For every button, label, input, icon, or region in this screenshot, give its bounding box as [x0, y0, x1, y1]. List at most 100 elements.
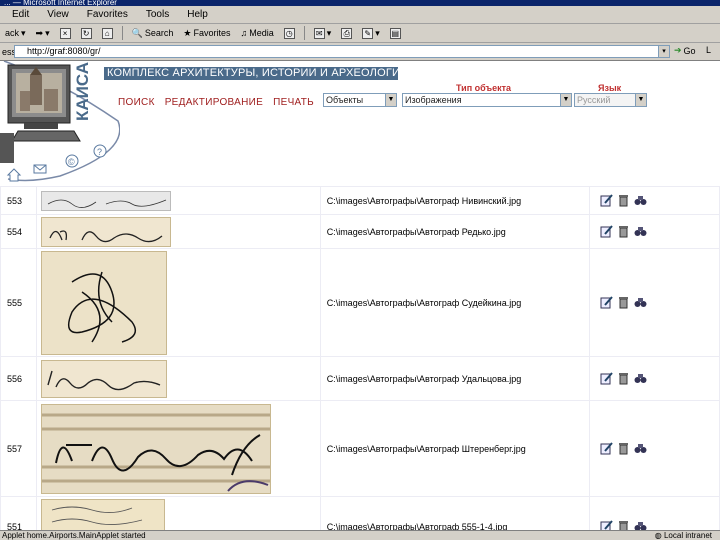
- language-label: Язык: [598, 83, 622, 93]
- trash-icon[interactable]: [617, 372, 630, 385]
- history-button[interactable]: ◷: [281, 25, 298, 41]
- links-label[interactable]: L: [706, 45, 711, 55]
- row-number: 553: [0, 186, 37, 215]
- edit-icon[interactable]: [600, 194, 614, 207]
- table-row: 551 C:\images\Автографы\Автограф 555-1-4…: [0, 496, 720, 530]
- favorites-button[interactable]: ★ Favorites: [180, 25, 233, 41]
- history-icon: ◷: [283, 27, 295, 39]
- address-input[interactable]: http://graf:8080/gr/: [14, 45, 659, 58]
- language-select-value: Русский: [577, 95, 611, 105]
- trash-icon[interactable]: [617, 225, 630, 238]
- mail-button[interactable]: ✉ ▾: [311, 25, 335, 41]
- go-arrow-icon: ➔: [674, 45, 682, 55]
- search-button[interactable]: 🔍 Search: [129, 25, 177, 41]
- site-header: КАИСА ? © КОМПЛЕКС АРХИТЕКТУРЫ, ИСТОРИИ …: [0, 61, 720, 186]
- print-icon: ⎙: [341, 27, 353, 39]
- media-button[interactable]: ♫ Media: [237, 25, 276, 41]
- file-path: C:\images\Автографы\Автограф Судейкина.j…: [319, 248, 591, 357]
- row-number: 557: [0, 400, 37, 497]
- status-text: Applet home.Airports.MainApplet started: [2, 531, 146, 540]
- go-button[interactable]: ➔ Go: [674, 45, 696, 56]
- home-button[interactable]: ⌂: [99, 25, 116, 41]
- row-actions: [589, 496, 720, 530]
- edit-icon[interactable]: [600, 520, 614, 530]
- row-number: 551: [0, 496, 37, 530]
- toolbar-separator: [121, 26, 123, 40]
- edit-button[interactable]: ✎ ▾: [359, 25, 383, 41]
- table-row: 557 C:\images\Автографы\Автограф Штеренб…: [0, 400, 720, 497]
- nav-search-link[interactable]: ПОИСК: [118, 97, 155, 108]
- menu-favorites[interactable]: Favorites: [85, 9, 130, 20]
- binoculars-icon[interactable]: [634, 194, 647, 207]
- signature-image[interactable]: [40, 359, 167, 398]
- menu-edit[interactable]: Edit: [10, 9, 31, 20]
- menu-view[interactable]: View: [45, 9, 71, 20]
- edit-icon[interactable]: [600, 372, 614, 385]
- back-button[interactable]: ack ▾: [2, 25, 29, 41]
- binoculars-icon[interactable]: [634, 372, 647, 385]
- table-row: 556 C:\images\Автографы\Автограф Удальцо…: [0, 356, 720, 401]
- kaisa-logo: КАИСА ? ©: [0, 61, 120, 182]
- row-actions: [589, 400, 720, 497]
- mail-icon: ✉: [313, 27, 325, 39]
- binoculars-icon[interactable]: [634, 296, 647, 309]
- stop-icon: ×: [59, 27, 71, 39]
- address-dropdown-icon[interactable]: ▾: [658, 45, 670, 58]
- objects-select[interactable]: Объекты ▼: [323, 93, 397, 107]
- menu-tools[interactable]: Tools: [144, 9, 171, 20]
- edit-icon[interactable]: [600, 296, 614, 309]
- file-path: C:\images\Автографы\Автограф Редько.jpg: [319, 214, 591, 249]
- globe-icon: ◍: [654, 531, 662, 540]
- objects-select-value: Объекты: [326, 95, 364, 105]
- table-row: 553 C:\images\Автографы\Автограф Нивинск…: [0, 186, 720, 215]
- binoculars-icon[interactable]: [634, 442, 647, 455]
- signature-image[interactable]: [40, 216, 171, 247]
- refresh-button[interactable]: ↻: [78, 25, 95, 41]
- table-row: 555 C:\images\Автографы\Автограф Судейки…: [0, 248, 720, 357]
- trash-icon[interactable]: [617, 520, 630, 530]
- trash-icon[interactable]: [617, 194, 630, 207]
- images-select-value: Изображения: [405, 95, 462, 105]
- toolbar-separator: [303, 26, 305, 40]
- zone-label: Local intranet: [663, 531, 712, 540]
- discuss-button[interactable]: ▤: [387, 25, 404, 41]
- signature-cell: [35, 186, 321, 215]
- language-select[interactable]: Русский ▼: [574, 93, 647, 107]
- dropdown-icon: ▾: [45, 27, 50, 38]
- dropdown-arrow-icon: ▼: [560, 94, 571, 106]
- go-label: Go: [683, 45, 696, 56]
- stop-button[interactable]: ×: [57, 25, 74, 41]
- row-number: 555: [0, 248, 37, 357]
- star-icon: ★: [183, 27, 192, 38]
- dropdown-icon: ▾: [21, 27, 26, 38]
- svg-text:©: ©: [68, 157, 75, 167]
- file-path: C:\images\Автографы\Автограф Удальцова.j…: [319, 356, 591, 401]
- print-button[interactable]: ⎙: [338, 25, 355, 41]
- trash-icon[interactable]: [617, 442, 630, 455]
- table-row: 554 C:\images\Автографы\Автограф Редько.…: [0, 214, 720, 249]
- images-select[interactable]: Изображения ▼: [402, 93, 572, 107]
- menu-help[interactable]: Help: [185, 9, 210, 20]
- back-label: ack: [5, 28, 20, 38]
- binoculars-icon[interactable]: [634, 225, 647, 238]
- edit-icon[interactable]: [600, 225, 614, 238]
- svg-text:?: ?: [97, 147, 102, 157]
- signature-image[interactable]: [40, 190, 171, 211]
- signature-image[interactable]: [40, 403, 271, 494]
- site-caption: КОМПЛЕКС АРХИТЕКТУРЫ, ИСТОРИИ И АРХЕОЛОГ…: [104, 67, 408, 80]
- row-actions: [589, 356, 720, 401]
- signature-image[interactable]: [40, 498, 165, 530]
- object-type-label: Тип объекта: [456, 83, 512, 93]
- results-table-container[interactable]: 553 C:\images\Автографы\Автограф Нивинск…: [0, 186, 720, 530]
- signature-image[interactable]: [40, 250, 167, 355]
- address-bar: ess http://graf:8080/gr/ ▾ ➔ Go L: [0, 43, 720, 61]
- edit-icon[interactable]: [600, 442, 614, 455]
- trash-icon[interactable]: [617, 296, 630, 309]
- search-label: Search: [144, 28, 174, 38]
- logo-text: КАИСА: [73, 62, 92, 121]
- address-label: ess: [2, 46, 14, 57]
- forward-button[interactable]: ➡ ▾: [33, 25, 53, 41]
- nav-edit-link[interactable]: РЕДАКТИРОВАНИЕ: [165, 97, 263, 108]
- binoculars-icon[interactable]: [634, 520, 647, 530]
- nav-print-link[interactable]: ПЕЧАТЬ: [273, 97, 314, 108]
